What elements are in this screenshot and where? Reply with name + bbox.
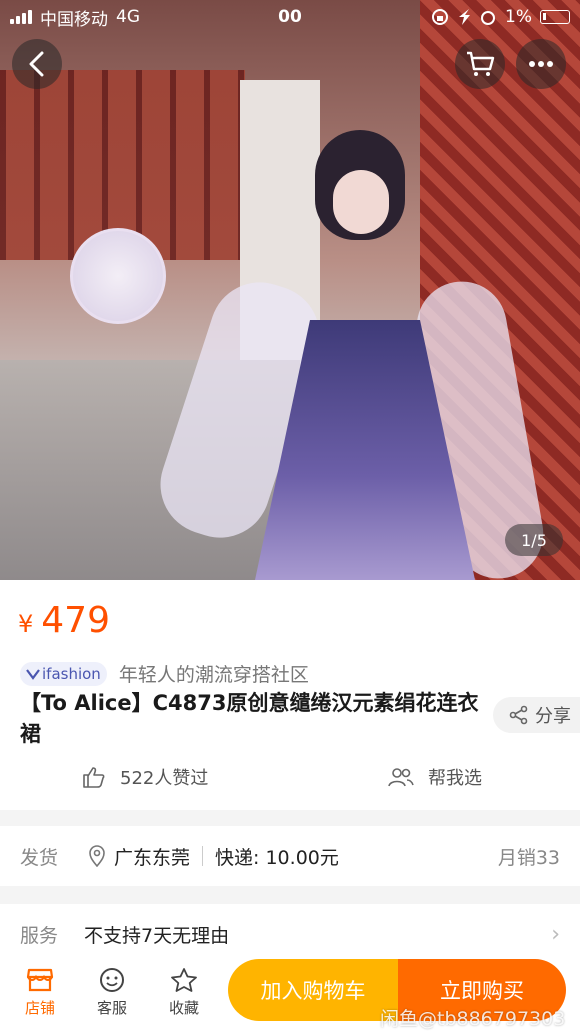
ship-location: 广东东莞: [88, 843, 190, 870]
chevron-right-icon: ›: [551, 921, 560, 947]
add-to-cart-button[interactable]: 加入购物车: [228, 959, 398, 1021]
ifashion-badge-label: ifashion: [42, 664, 101, 683]
carrier: 中国移动: [40, 9, 108, 30]
service-label: 服务: [20, 924, 59, 947]
watermark: 闲鱼@tb886797303: [380, 1008, 566, 1030]
help-choose-label: 帮我选: [428, 768, 482, 789]
thumbs-up-icon: [83, 767, 105, 788]
currency-symbol: ¥: [18, 610, 34, 638]
product-title: 【To Alice】C4873原创意缱绻汉元素绢花连衣裙: [20, 691, 479, 746]
shipping-label: 发货: [20, 846, 59, 869]
star-icon: [171, 967, 197, 992]
battery-percent: 1%: [505, 7, 532, 27]
location-pin-icon: [89, 845, 105, 867]
favorite-button[interactable]: 收藏: [148, 967, 220, 1018]
store-icon: [26, 968, 54, 991]
clock: 00: [278, 7, 302, 27]
divider: [202, 846, 204, 866]
store-label: 店铺: [24, 998, 55, 1017]
lock-rotation-icon: [432, 9, 449, 25]
help-choose-button[interactable]: 帮我选: [388, 764, 482, 790]
signal-icon: [10, 10, 32, 24]
service-value: 不支持7天无理由: [84, 924, 230, 947]
like-button[interactable]: 522人赞过: [82, 764, 208, 790]
monthly-sales: 月销33: [497, 846, 560, 869]
share-label: 分享: [535, 706, 571, 727]
price: ¥ 479: [18, 600, 110, 641]
brand-slogan: 年轻人的潮流穿搭社区: [118, 664, 309, 686]
product-image[interactable]: [0, 0, 580, 580]
status-bar: 中国移动 4G 00 1%: [0, 0, 580, 34]
face: [333, 170, 389, 234]
share-icon: [509, 705, 528, 725]
image-page-indicator: 1/5: [505, 524, 563, 556]
ifashion-badge: ifashion: [20, 661, 107, 686]
share-button[interactable]: 分享: [493, 697, 580, 733]
cart-button[interactable]: [455, 39, 505, 89]
like-count: 522人赞过: [120, 768, 209, 789]
people-icon: [388, 768, 414, 787]
chevron-left-icon: [29, 51, 44, 77]
store-button[interactable]: 店铺: [4, 967, 76, 1018]
more-button[interactable]: [516, 39, 566, 89]
shipping-fee: 快递: 10.00元: [215, 846, 339, 869]
favorite-label: 收藏: [168, 998, 199, 1017]
price-value: 479: [41, 600, 110, 641]
more-icon: [529, 61, 553, 67]
round-fan: [70, 228, 166, 324]
ifashion-logo-icon: [26, 668, 40, 680]
model-figure: [147, 130, 551, 580]
ship-location-text: 广东东莞: [114, 846, 191, 869]
back-button[interactable]: [12, 39, 62, 89]
network-type: 4G: [116, 7, 140, 27]
support-button[interactable]: 客服: [76, 967, 148, 1018]
chat-face-icon: [100, 967, 124, 992]
cart-icon: [467, 51, 495, 76]
battery-icon: [540, 10, 570, 24]
support-label: 客服: [96, 998, 127, 1017]
alarm-icon: [481, 11, 496, 25]
shipping-row: 发货 广东东莞 快递: 10.00元 月销33: [0, 826, 580, 886]
brand-row[interactable]: ifashion 年轻人的潮流穿搭社区: [20, 660, 309, 687]
location-icon: [459, 9, 471, 25]
